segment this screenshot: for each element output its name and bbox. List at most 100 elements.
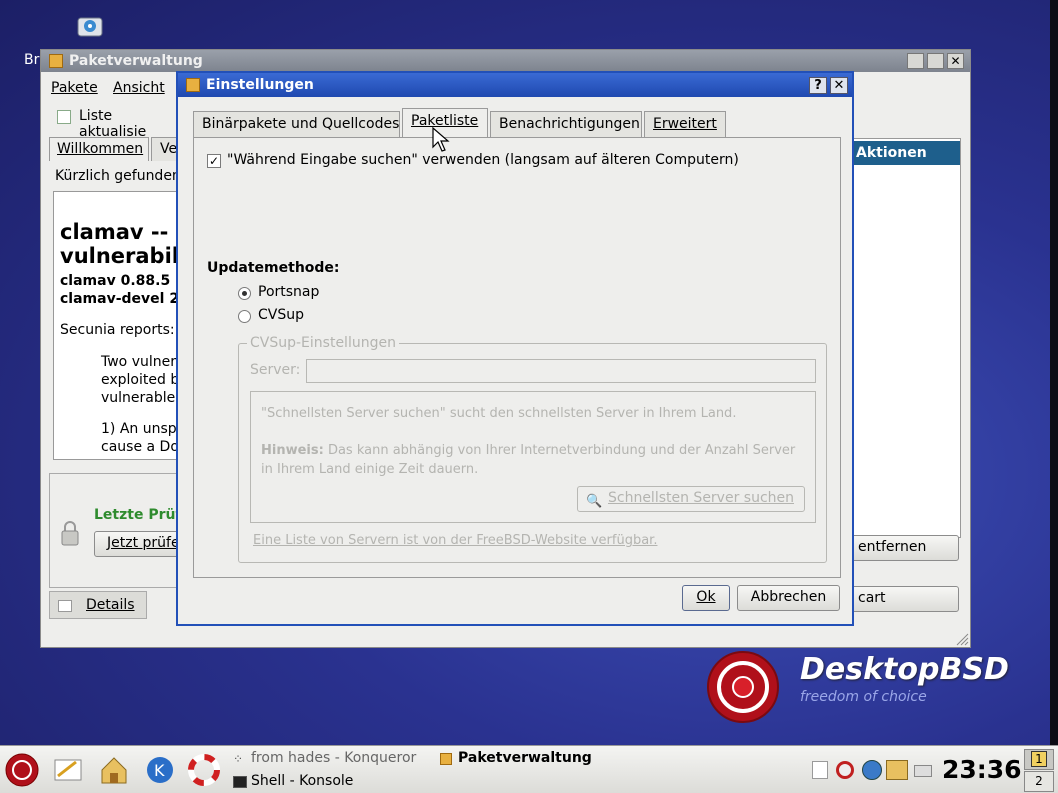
konqueror-icon[interactable]: K [144,754,176,786]
menu-ansicht[interactable]: Ansicht [113,80,165,96]
advisory-view[interactable]: clamav -- C vulnerabili clamav 0.88.5 cl… [53,191,193,460]
search-while-typing-checkbox[interactable]: ✓ [207,154,221,168]
find-fastest-server-label: Schnellsten Server suchen [607,490,795,506]
portsnap-label[interactable]: Portsnap [258,284,319,300]
advisory-pkg-2: clamav-devel 20 [60,291,189,307]
help-button[interactable]: ? [809,77,827,94]
hint-text: Das kann abhängig von Ihrer Internetverb… [327,443,796,458]
dialog-close-button[interactable]: ✕ [830,77,848,94]
settings-dialog: Einstellungen ? ✕ Binärpakete und Quellc… [176,71,854,626]
start-menu-icon[interactable] [4,752,40,788]
right-edge-panel [1050,0,1058,745]
hint-line-1: Hinweis: Das kann abhängig von Ihrer Int… [261,443,795,458]
hint-line-2: in Ihrem Land einige Zeit dauern. [261,462,479,477]
desktop-icon-label: Br [24,52,40,68]
cancel-button[interactable]: Abbrechen [737,585,840,611]
maximize-button[interactable] [927,53,944,69]
menu-pakete[interactable]: Pakete [51,80,98,96]
close-button[interactable]: ✕ [947,53,964,69]
tab-welcome-label: Willkommen [57,141,144,157]
tab-advanced-label: Erweitert [653,116,717,132]
task-konqueror-label: from hades - Konqueror [251,750,417,766]
close-icon: ✕ [833,78,845,93]
text-editor-icon[interactable] [52,754,84,786]
desktop-pager-1[interactable]: 1 [1024,749,1054,770]
tab-advanced[interactable]: Erweitert [644,111,726,137]
volume-tray-icon[interactable] [836,761,854,779]
actions-header: Aktionen [850,141,960,165]
task-konsole[interactable]: Shell - Konsole [230,772,430,792]
advisory-text-2: exploited by [101,372,188,388]
details-tab[interactable]: Details [49,591,147,619]
tab-binary-source[interactable]: Binärpakete und Quellcodes [193,111,400,137]
task-package-manager-label: Paketverwaltung [458,750,592,766]
settings-title: Einstellungen [206,77,314,93]
home-folder-icon[interactable] [98,754,130,786]
clock[interactable]: 23:36 [942,755,1022,784]
tab-binary-source-label: Binärpakete und Quellcodes [202,116,400,132]
task-konqueror[interactable]: ⁘ from hades - Konqueror [230,749,430,769]
package-manager-titlebar[interactable]: Paketverwaltung [41,50,970,72]
advisory-source: Secunia reports: [60,322,175,338]
ok-button[interactable]: Ok [682,585,730,611]
last-check-label: Letzte Prüf [94,507,182,523]
search-while-typing-label[interactable]: "Während Eingabe suchen" verwenden (lang… [227,152,739,168]
recent-label: Kürzlich gefundene [55,168,190,184]
package-manager-title: Paketverwaltung [69,53,203,69]
settings-app-icon [186,78,200,92]
tab-notifications-label: Benachrichtigungen [499,116,640,132]
remove-button[interactable]: entfernen [849,535,959,561]
konqueror-task-icon: ⁘ [233,752,244,766]
branding-title: DesktopBSD [800,652,1009,687]
update-list-button[interactable]: Liste aktualisie [51,105,181,140]
check-panel: Letzte Prüf Jetzt prüfen [49,473,204,588]
mouse-cursor-icon [432,126,450,153]
drive-tray-icon[interactable] [914,765,932,777]
desktop-pager-2[interactable]: 2 [1024,771,1054,792]
advisory-pkg-1: clamav 0.88.5 [60,273,171,289]
desktop-2-label: 2 [1035,774,1043,788]
server-label: Server: [250,362,301,378]
branding-subtitle: freedom of choice [800,689,927,705]
desktopbsd-logo-icon [706,650,780,724]
search-icon: 🔍 [586,494,603,509]
update-method-label: Updatemethode: [207,260,340,276]
start-button[interactable]: cart [849,586,959,612]
tab-notifications[interactable]: Benachrichtigungen [490,111,642,137]
desktop-drive-icon[interactable] [76,14,104,40]
cvsup-radio[interactable] [238,310,251,323]
tab-welcome[interactable]: Willkommen [49,137,149,161]
advisory-text-3: vulnerable s [101,390,188,406]
portsnap-radio[interactable] [238,287,251,300]
task-konsole-label: Shell - Konsole [251,773,354,789]
taskbar: K ⁘ from hades - Konqueror Paketverwaltu… [0,745,1058,793]
advisory-text-4: 1) An unspe [101,421,186,437]
lock-icon [60,520,80,546]
package-list-panel: ✓ "Während Eingabe suchen" verwenden (la… [193,137,841,578]
find-fastest-server-button[interactable]: 🔍 Schnellsten Server suchen [577,486,805,512]
help-lifebuoy-icon[interactable] [188,754,220,786]
cancel-label: Abbrechen [750,589,827,605]
svg-text:K: K [154,761,165,780]
remove-label: entfernen [858,539,927,555]
server-input[interactable] [306,359,816,383]
settings-titlebar[interactable]: Einstellungen [178,73,852,97]
clipboard-tray-icon[interactable] [812,761,828,779]
help-icon: ? [814,78,822,93]
fastest-server-box: "Schnellsten Server suchen" sucht den sc… [250,391,816,523]
server-list-link[interactable]: Eine Liste von Servern ist von der FreeB… [253,533,657,548]
updates-tray-icon[interactable] [886,760,908,780]
task-package-manager[interactable]: Paketverwaltung [436,749,626,769]
resize-grip-icon[interactable] [955,632,969,646]
cvsup-label[interactable]: CVSup [258,307,304,323]
cvsup-settings-group: CVSup-Einstellungen Server: "Schnellsten… [238,335,827,563]
desktop-1-label: 1 [1031,751,1047,767]
details-label: Details [86,597,135,613]
network-tray-icon[interactable] [862,760,882,780]
tab-second-label: Ve [160,141,178,157]
minimize-button[interactable] [907,53,924,69]
actions-panel: Aktionen [849,138,961,538]
actions-header-label: Aktionen [856,145,927,161]
package-app-icon [49,54,63,68]
start-label: cart [858,590,886,606]
